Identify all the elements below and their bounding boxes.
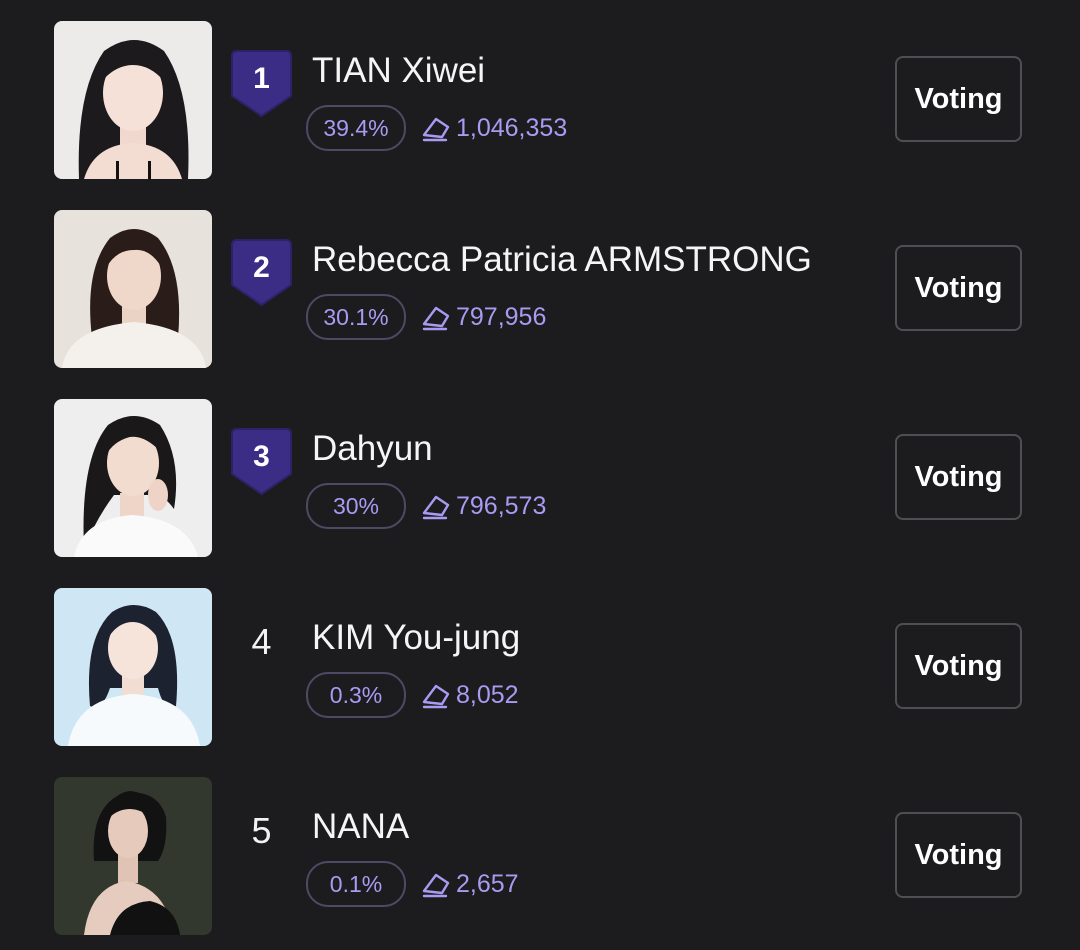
vote-count-value: 797,956 [456, 302, 547, 331]
rank-number: 3 [253, 440, 270, 473]
voting-button[interactable]: Voting [895, 623, 1022, 709]
vote-count: 1,046,353 [420, 111, 567, 145]
rank-badge: 1 [230, 50, 293, 118]
candidate-row[interactable]: 4 KIM You-jung 0.3% 8,052 Voting [0, 588, 1080, 748]
vote-percent-pill: 0.1% [306, 861, 406, 907]
candidate-name: KIM You-jung [312, 618, 521, 657]
candidate-row[interactable]: 3 Dahyun 30% 796,573 Voting [0, 399, 1080, 559]
vote-count-value: 1,046,353 [456, 113, 568, 142]
vote-count: 2,657 [420, 867, 519, 901]
vote-count: 796,573 [420, 489, 546, 523]
candidate-row[interactable]: 1 TIAN Xiwei 39.4% 1,046,353 Voting [0, 21, 1080, 181]
candidate-row[interactable]: 5 NANA 0.1% 2,657 Voting [0, 777, 1080, 937]
vote-percent-pill: 30% [306, 483, 406, 529]
diamond-outline-icon [422, 873, 450, 898]
voting-button[interactable]: Voting [895, 56, 1022, 142]
vote-count-value: 796,573 [456, 491, 547, 520]
rank-badge: 3 [230, 428, 293, 496]
vote-percent-pill: 30.1% [306, 294, 406, 340]
candidate-name: Rebecca Patricia ARMSTRONG [312, 240, 812, 279]
candidate-name: NANA [312, 807, 410, 846]
rank-badge: 2 [230, 239, 293, 307]
voting-button[interactable]: Voting [895, 245, 1022, 331]
vote-percent-pill: 0.3% [306, 672, 406, 718]
vote-count: 8,052 [420, 678, 519, 712]
candidate-photo [54, 777, 212, 935]
candidate-row[interactable]: 2 Rebecca Patricia ARMSTRONG 30.1% 797,9… [0, 210, 1080, 370]
candidate-photo [54, 399, 212, 557]
rank-number: 1 [253, 62, 270, 95]
diamond-outline-icon [422, 684, 450, 709]
vote-percent-pill: 39.4% [306, 105, 406, 151]
diamond-outline-icon [422, 495, 450, 520]
vote-count-value: 8,052 [456, 680, 519, 709]
ranking-list: 1 TIAN Xiwei 39.4% 1,046,353 Voting 2 Re… [0, 0, 1080, 950]
candidate-photo [54, 210, 212, 368]
candidate-name: Dahyun [312, 429, 433, 468]
rank-number: 2 [253, 251, 270, 284]
rank-number: 4 [251, 621, 272, 662]
diamond-outline-icon [422, 117, 450, 142]
vote-count: 797,956 [420, 300, 546, 334]
vote-count-value: 2,657 [456, 869, 519, 898]
candidate-photo [54, 21, 212, 179]
voting-button[interactable]: Voting [895, 434, 1022, 520]
diamond-outline-icon [422, 306, 450, 331]
rank-number: 5 [251, 810, 272, 851]
candidate-name: TIAN Xiwei [312, 51, 486, 90]
candidate-photo [54, 588, 212, 746]
voting-button[interactable]: Voting [895, 812, 1022, 898]
